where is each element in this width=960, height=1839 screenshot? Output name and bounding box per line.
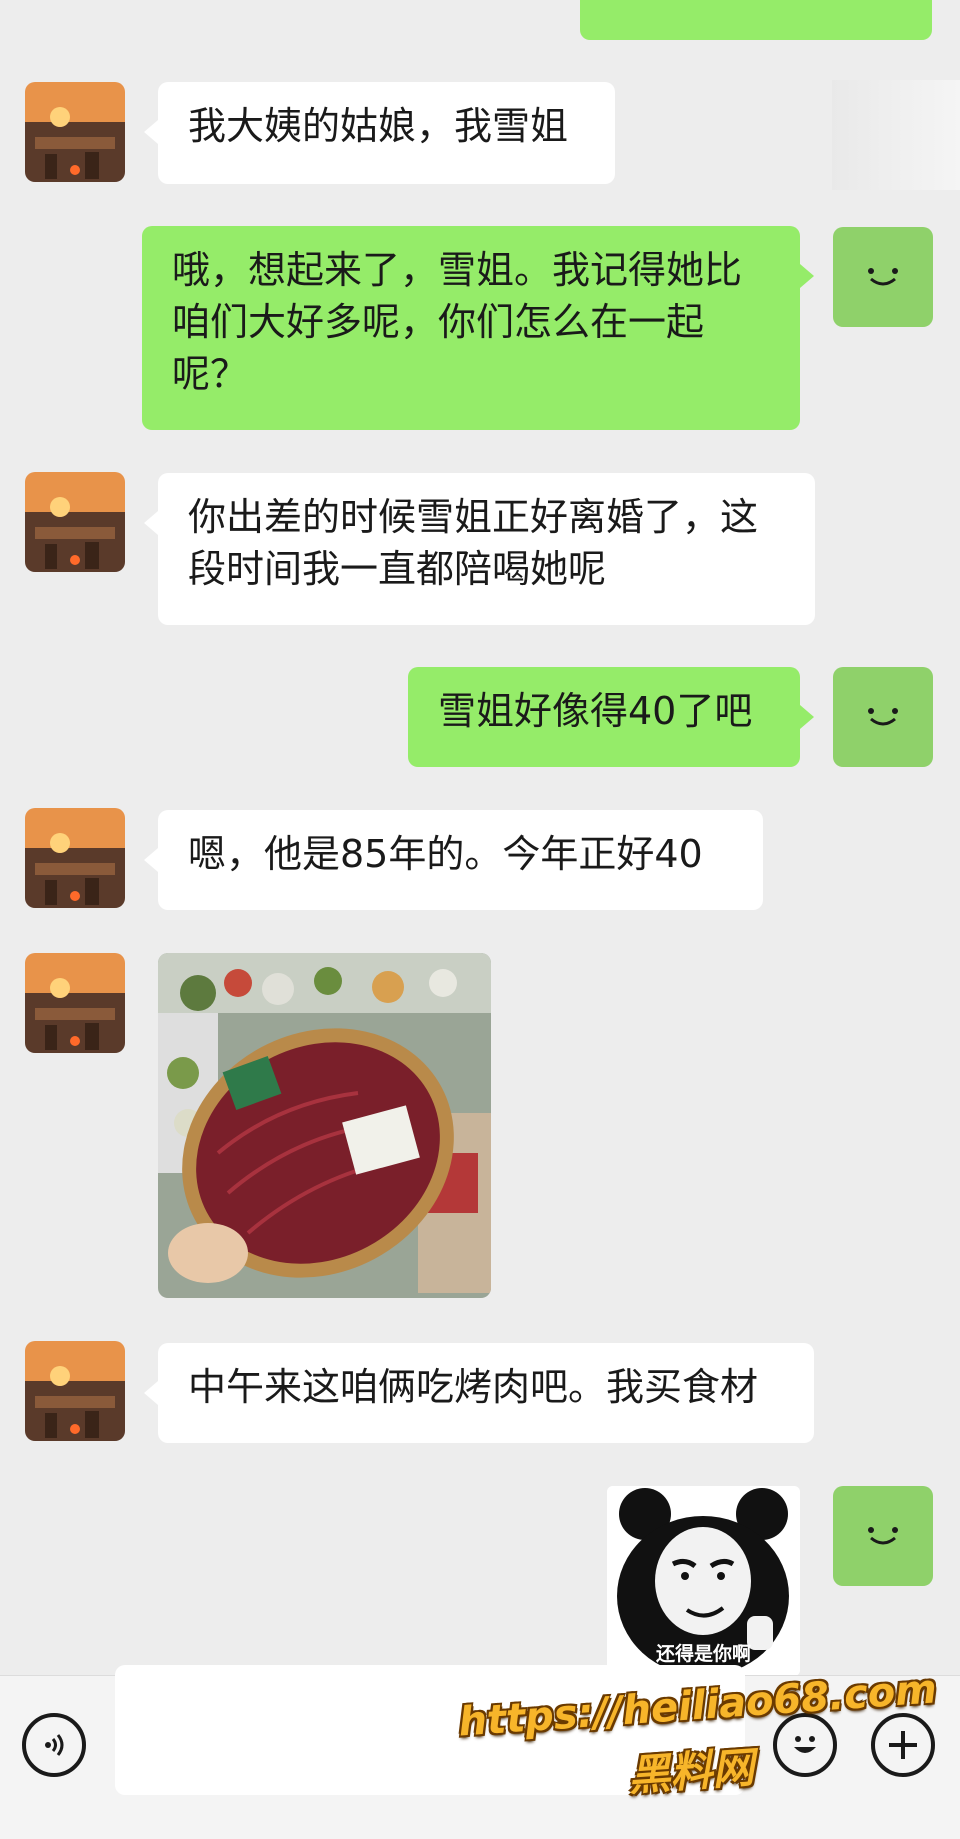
chat-area: 我大姨的姑娘，我雪姐 哦，想起来了，雪姐。我记得她比 咱们大好多呢，你们怎么在一… <box>0 0 960 1675</box>
message-bubble[interactable]: 雪姐好像得40了吧 <box>408 667 814 767</box>
more-button[interactable] <box>871 1713 935 1777</box>
contact-avatar[interactable] <box>25 82 125 182</box>
smile-icon <box>868 708 898 726</box>
my-avatar[interactable] <box>833 227 933 327</box>
message-bubble[interactable]: 哦，想起来了，雪姐。我记得她比 咱们大好多呢，你们怎么在一起 呢？ <box>142 226 814 430</box>
plus-icon <box>889 1731 917 1759</box>
contact-avatar[interactable] <box>25 472 125 572</box>
my-avatar[interactable] <box>833 1486 933 1586</box>
sliced-meat-photo <box>158 953 491 1298</box>
message-bubble[interactable]: 嗯，他是85年的。今年正好40 <box>144 810 763 910</box>
my-avatar[interactable] <box>833 667 933 767</box>
smile-icon <box>868 268 898 286</box>
contact-avatar[interactable] <box>25 1341 125 1441</box>
sticker-caption: 还得是你啊 <box>655 1643 751 1665</box>
smile-icon <box>868 1527 898 1545</box>
contact-avatar[interactable] <box>25 808 125 908</box>
message-bubble[interactable]: 你出差的时候雪姐正好离婚了，这 段时间我一直都陪喝她呢 <box>144 473 815 625</box>
photo-message[interactable] <box>158 953 491 1298</box>
message-bubble[interactable]: 中午来这咱俩吃烤肉吧。我买食材 <box>144 1343 814 1443</box>
sticker-message[interactable]: 还得是你啊 <box>607 1486 800 1675</box>
contact-avatar[interactable] <box>25 953 125 1053</box>
emoji-icon <box>794 1736 816 1753</box>
voice-icon <box>45 1734 64 1756</box>
previous-image-thumbnail[interactable] <box>832 80 960 190</box>
voice-button[interactable] <box>22 1713 86 1777</box>
message-bubble[interactable]: 我大姨的姑娘，我雪姐 <box>144 82 615 184</box>
watermark-name: 黑料网 <box>626 1742 756 1801</box>
previous-message-bubble[interactable] <box>580 0 932 40</box>
